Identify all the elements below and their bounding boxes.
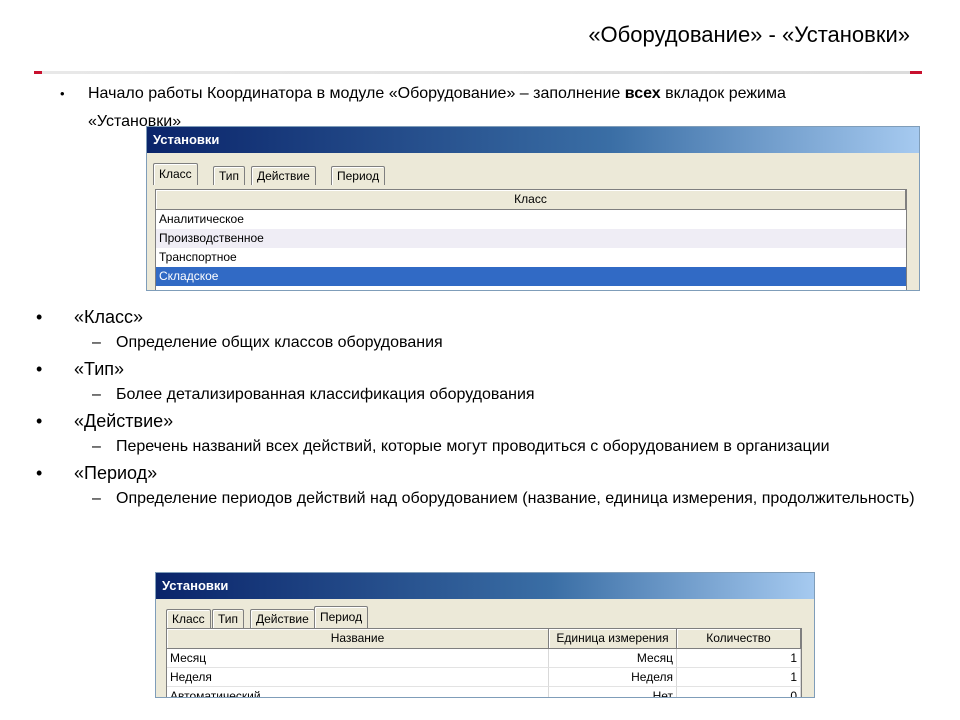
class-grid: Класс Аналитическое Производственное Тра… (155, 189, 907, 290)
list-item: • «Класс» (36, 307, 144, 327)
list-subitem-text: Определение периодов действий над оборуд… (116, 490, 915, 507)
tab-action[interactable]: Действие (250, 609, 315, 628)
tab-action[interactable]: Действие (251, 166, 316, 185)
list-item-label: «Действие» (74, 411, 174, 431)
list-subitem-text: Определение общих классов оборудования (116, 334, 443, 351)
row-label: Аналитическое (159, 212, 244, 226)
column-header-count[interactable]: Количество (677, 629, 801, 648)
column-header-name[interactable]: Название (167, 629, 549, 648)
list-subitem: – Определение периодов действий над обору… (92, 490, 915, 507)
table-row[interactable]: Аналитическое (156, 210, 906, 229)
cell-unit: Неделя (549, 668, 677, 687)
window-titlebar: Установки (156, 573, 814, 599)
cell-unit: Месяц (549, 649, 677, 668)
table-row-selected[interactable]: Складское (156, 267, 906, 286)
table-row[interactable]: Месяц Месяц 1 (167, 649, 801, 668)
list-subitem-text: Более детализированная классификация обо… (116, 386, 535, 403)
column-header-class[interactable]: Класс (156, 190, 906, 209)
list-item-label: «Тип» (74, 359, 125, 379)
cell-name: Автоматический (167, 687, 549, 697)
tab-type[interactable]: Тип (212, 609, 245, 628)
tab-type[interactable]: Тип (213, 166, 246, 185)
table-row[interactable]: Транспортное (156, 248, 906, 267)
cell-count: 1 (677, 668, 801, 687)
row-label: Складское (159, 269, 219, 283)
cell-unit: Нет (549, 687, 677, 697)
intro-text-part: Начало работы Координатора в модуле «Обо… (88, 85, 625, 102)
table-row[interactable]: Автоматический Нет 0 (167, 687, 801, 697)
window-titlebar: Установки (147, 127, 919, 153)
list-subitem-text: Перечень названий всех действий, которые… (116, 438, 830, 455)
tab-strip: Класс Тип Действие Период (166, 606, 806, 628)
slide-title: «Оборудование» - «Установки» (588, 22, 910, 47)
tab-strip: Класс Тип Действие Период (153, 163, 913, 185)
table-row[interactable]: Производственное (156, 229, 906, 248)
cell-count: 0 (677, 687, 801, 697)
cell-name: Неделя (167, 668, 549, 687)
settings-window-period: Установки Класс Тип Действие Период Назв… (155, 572, 815, 698)
bullet-dot: • (60, 86, 65, 101)
list-subitem: – Более детализированная классификация об… (92, 386, 535, 403)
list-item: • «Действие» (36, 411, 174, 431)
grid-header: Название Единица измерения Количество (167, 629, 801, 649)
list-item-label: «Период» (74, 463, 158, 483)
cell-count: 1 (677, 649, 801, 668)
tab-period[interactable]: Период (314, 606, 369, 628)
tab-class[interactable]: Класс (153, 163, 198, 185)
row-label: Производственное (159, 231, 264, 245)
title-divider (34, 71, 922, 74)
settings-window-class: Установки Класс Тип Действие Период Клас… (146, 126, 920, 291)
list-subitem: – Определение общих классов оборудования (92, 334, 443, 351)
row-label: Транспортное (159, 250, 237, 264)
column-header-unit[interactable]: Единица измерения (549, 629, 677, 648)
tab-class[interactable]: Класс (166, 609, 211, 628)
period-grid: Название Единица измерения Количество Ме… (166, 628, 802, 697)
tabs-description-list: • «Класс» – Определение общих классов обор… (36, 300, 936, 508)
cell-name: Месяц (167, 649, 549, 668)
list-item-label: «Класс» (74, 307, 144, 327)
tab-period[interactable]: Период (331, 166, 386, 185)
grid-header: Класс (156, 190, 906, 210)
list-item: • «Тип» (36, 359, 125, 379)
list-item: • «Период» (36, 463, 158, 483)
intro-text-bold: всех (624, 85, 661, 102)
table-row[interactable]: Неделя Неделя 1 (167, 668, 801, 687)
list-subitem: – Перечень названий всех действий, которы… (92, 438, 830, 455)
